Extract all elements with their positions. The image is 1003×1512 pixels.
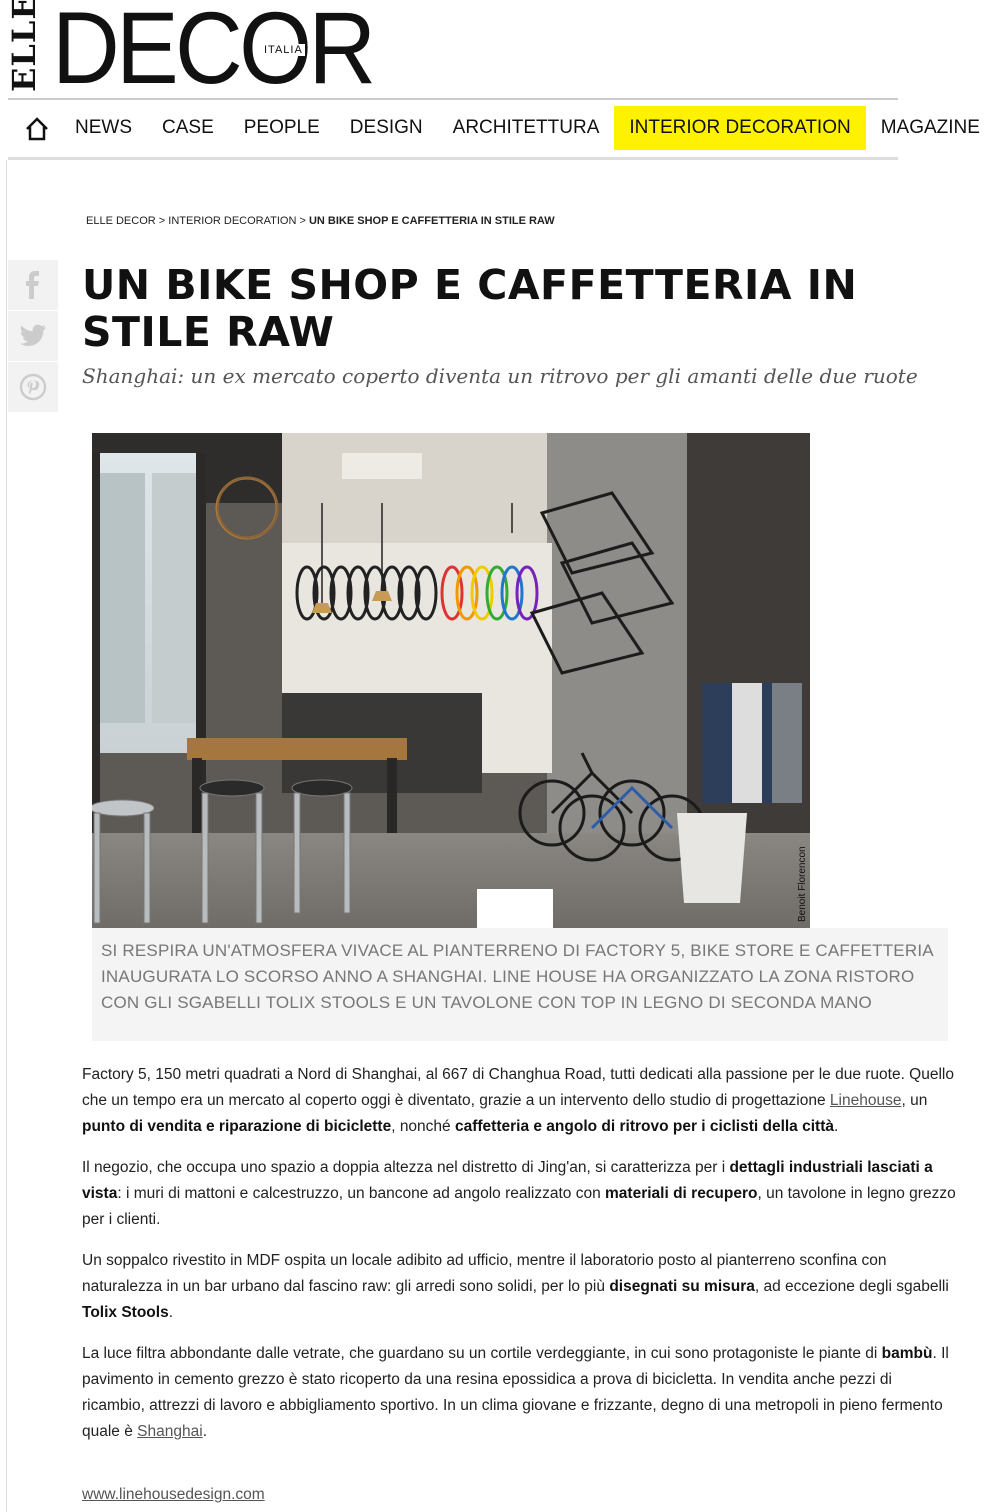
share-bar xyxy=(8,260,58,413)
text: Factory 5, 150 metri quadrati a Nord di … xyxy=(82,1066,954,1109)
nav-item-news[interactable]: NEWS xyxy=(60,106,147,150)
paragraph-1: Factory 5, 150 metri quadrati a Nord di … xyxy=(82,1062,958,1140)
page-edge xyxy=(6,160,7,1512)
paragraph-2: Il negozio, che occupa uno spazio a dopp… xyxy=(82,1155,958,1233)
text: , ad eccezione degli sgabelli xyxy=(754,1278,949,1295)
text: , un xyxy=(901,1092,928,1109)
breadcrumb-home[interactable]: ELLE DECOR xyxy=(86,215,156,227)
article-subtitle: Shanghai: un ex mercato coperto diventa … xyxy=(82,364,918,388)
bold-text: punto di vendita e riparazione di bicicl… xyxy=(82,1118,392,1135)
photo-credit: Benoit Florencon xyxy=(797,846,808,922)
breadcrumb: ELLE DECOR > INTERIOR DECORATION > UN BI… xyxy=(86,215,555,227)
text: . xyxy=(202,1423,207,1440)
home-icon[interactable] xyxy=(24,116,50,142)
breadcrumb-sep: > xyxy=(158,215,166,227)
nav-item-design[interactable]: DESIGN xyxy=(335,106,438,150)
nav-items: NEWS CASE PEOPLE DESIGN ARCHITETTURA INTERIOR… xyxy=(60,106,995,150)
shanghai-link[interactable]: Shanghai xyxy=(137,1423,203,1440)
text: . xyxy=(833,1118,839,1135)
bold-text: disegnati su misura xyxy=(609,1278,755,1295)
text: La luce filtra abbondante dalle vetrate,… xyxy=(82,1345,882,1362)
logo-elle: ELLE xyxy=(5,0,43,92)
article-title: UN BIKE SHOP E CAFFETTERIA IN STILE RAW xyxy=(82,261,858,356)
paragraph-4: La luce filtra abbondante dalle vetrate,… xyxy=(82,1341,958,1445)
breadcrumb-current: UN BIKE SHOP E CAFFETTERIA IN STILE RAW xyxy=(308,215,555,227)
bold-text: bambù xyxy=(881,1345,933,1362)
nav-item-interior-decoration[interactable]: INTERIOR DECORATION xyxy=(614,106,866,150)
breadcrumb-sep: > xyxy=(299,215,306,227)
text: , nonché xyxy=(391,1118,455,1135)
pinterest-icon[interactable] xyxy=(8,362,58,413)
article-body: Factory 5, 150 metri quadrati a Nord di … xyxy=(82,1062,958,1460)
bold-text: caffetteria e angolo di ritrovo per i ci… xyxy=(454,1118,834,1135)
linehouse-site-link[interactable]: www.linehousedesign.com xyxy=(82,1486,265,1504)
nav-item-architettura[interactable]: ARCHITETTURA xyxy=(438,106,615,150)
article-photo[interactable] xyxy=(92,433,810,928)
linehouse-link[interactable]: Linehouse xyxy=(830,1092,902,1109)
paragraph-3: Un soppalco rivestito in MDF ospita un l… xyxy=(82,1248,958,1326)
nav-item-case[interactable]: CASE xyxy=(147,106,229,150)
main-nav: NEWS CASE PEOPLE DESIGN ARCHITETTURA INTERIOR… xyxy=(8,98,980,160)
twitter-icon[interactable] xyxy=(8,311,58,362)
photo-caption: Si respira un'atmosfera vivace al piante… xyxy=(92,928,948,1041)
text: . xyxy=(168,1304,174,1321)
bold-text: materiali di recupero xyxy=(605,1185,758,1202)
logo-decor: DECOR xyxy=(52,0,376,105)
text: Il negozio, che occupa uno spazio a dopp… xyxy=(82,1159,730,1176)
nav-item-people[interactable]: PEOPLE xyxy=(229,106,335,150)
breadcrumb-section[interactable]: INTERIOR DECORATION xyxy=(168,215,296,227)
facebook-icon[interactable] xyxy=(8,260,58,311)
bold-text: Tolix Stools xyxy=(82,1304,169,1321)
logo-italia: ITALIA xyxy=(262,44,305,56)
nav-item-magazine[interactable]: MAGAZINE xyxy=(866,106,995,150)
photo-tab xyxy=(477,889,553,929)
text: : i muri di mattoni e calcestruzzo, un b… xyxy=(117,1185,606,1202)
elle-decor-logo[interactable]: ELLE DECOR ITALIA xyxy=(5,0,408,99)
